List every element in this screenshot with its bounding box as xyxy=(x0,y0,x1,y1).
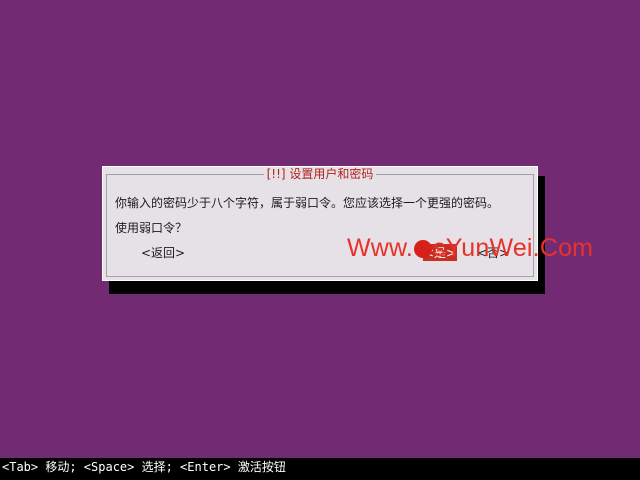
dialog-title-bar: [!!] 设置用户和密码 xyxy=(103,167,537,181)
watermark: Www. sYunWei.Com xyxy=(347,234,593,263)
installer-screen: [!!] 设置用户和密码 你输入的密码少于八个字符，属于弱口令。您应该选择一个更… xyxy=(0,0,640,480)
watermark-logo-icon xyxy=(414,240,433,258)
dialog-question: 使用弱口令？ xyxy=(115,221,188,235)
keyboard-hint: <Tab> 移动; <Space> 选择; <Enter> 激活按钮 xyxy=(2,460,286,474)
back-button[interactable]: <返回> xyxy=(141,244,185,261)
watermark-prefix: Www. xyxy=(347,234,414,262)
dialog-title: [!!] 设置用户和密码 xyxy=(263,167,377,181)
dialog-message: 你输入的密码少于八个字符，属于弱口令。您应该选择一个更强的密码。 xyxy=(115,196,500,210)
watermark-suffix: sYunWei.Com xyxy=(433,234,594,262)
weak-password-dialog: [!!] 设置用户和密码 你输入的密码少于八个字符，属于弱口令。您应该选择一个更… xyxy=(102,166,538,281)
